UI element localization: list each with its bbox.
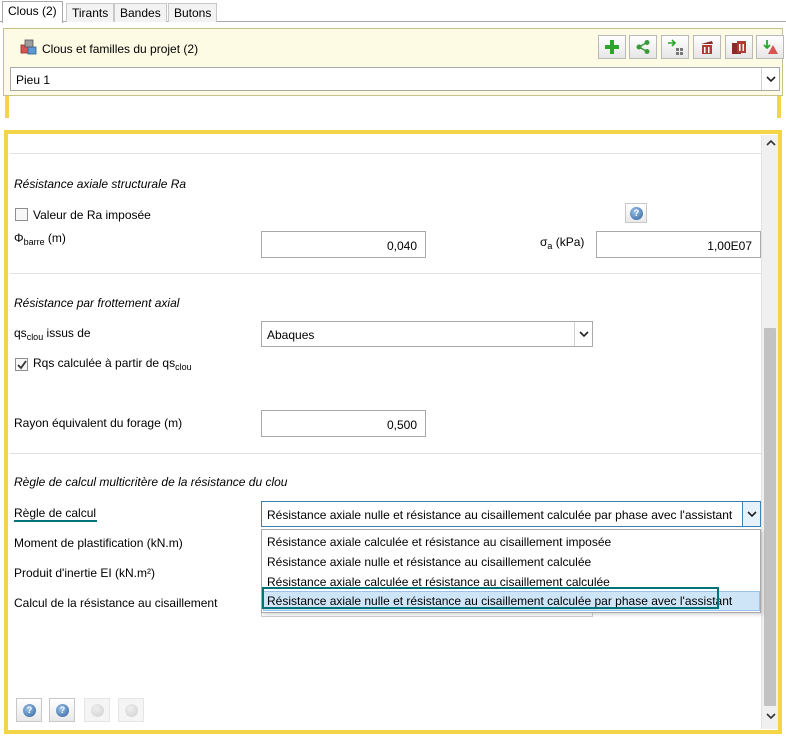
tab-butons[interactable]: Butons [168,3,218,22]
delete-family-icon [732,41,746,54]
chevron-down-icon [574,322,592,346]
rule-label-highlight [14,520,97,522]
help-button[interactable]: ? [625,203,647,223]
section-title: Règle de calcul multicritère de la résis… [14,475,288,489]
add-icon [605,40,619,54]
shear-label: Calcul de la résistance au cisaillement [14,596,218,610]
export-icon [763,40,778,54]
help-icon: ? [630,207,643,220]
qs-source-value: Abaques [267,328,315,342]
panel-accent-left [5,96,9,118]
disabled-button [84,698,110,722]
rule-select-value: Résistance axiale nulle et résistance au… [267,508,733,522]
rqs-label: Rqs calculée à partir de qsclou [33,356,192,372]
import-export-icon [668,39,683,55]
selected-option-highlight [262,587,719,609]
add-button[interactable] [598,35,626,59]
rule-label: Règle de calcul [14,506,97,520]
tab-label: Tirants [72,6,109,20]
project-title: Clous et familles du projet (2) [42,42,199,56]
tab-bandes[interactable]: Bandes [114,3,167,22]
disabled-button [118,698,144,722]
delete-family-button[interactable] [725,35,753,59]
info-icon: ? [56,704,69,717]
rule-select[interactable]: Résistance axiale nulle et résistance au… [261,501,761,527]
ra-imposed-checkbox[interactable] [15,208,28,221]
separator [10,453,762,454]
rule-option[interactable]: Résistance axiale calculée et résistance… [267,535,611,549]
checkmark-icon [17,360,27,370]
tab-bar: Clous (2) Tirants Bandes Butons [0,0,786,23]
phi-label: Φbarre (m) [14,231,66,247]
scroll-up-icon[interactable] [763,138,778,154]
phi-barre-value: 0,040 [386,239,417,253]
share-icon [636,40,650,54]
panel-accent-right [777,96,781,118]
help-button[interactable]: ? [16,698,42,722]
radius-label: Rayon équivalent du forage (m) [14,416,183,430]
chevron-down-icon [742,502,760,526]
radius-input[interactable]: 0,500 [261,410,426,437]
scroll-down-icon[interactable] [763,711,778,727]
inertia-label: Produit d'inertie EI (kN.m²) [14,566,155,580]
tab-label: Bandes [120,6,161,20]
separator [10,273,762,274]
tab-tirants[interactable]: Tirants [66,3,115,22]
project-panel: Clous et familles du projet (2) Pieu 1 [3,28,784,96]
phi-barre-input[interactable]: 0,040 [261,231,426,258]
info-button[interactable]: ? [49,698,75,722]
cubes-icon [20,39,38,58]
sigma-label: σa (kPa) [540,235,585,251]
share-button[interactable] [629,35,657,59]
help-icon [91,704,104,717]
separator [10,153,762,154]
qs-source-select[interactable]: Abaques [261,321,593,347]
qs-label: qsclou issus de [14,326,91,342]
project-select-value: Pieu 1 [16,73,51,87]
section-title: Résistance par frottement axial [14,296,180,310]
help-icon [125,704,138,717]
sigma-a-value: 1,00E07 [707,239,752,253]
help-icon: ? [23,704,36,717]
import-export-button[interactable] [661,35,689,59]
rule-option[interactable]: Résistance axiale nulle et résistance au… [267,555,591,569]
tab-label: Clous (2) [8,4,57,18]
tab-label: Butons [174,6,212,20]
sigma-a-input[interactable]: 1,00E07 [596,231,761,258]
project-select[interactable]: Pieu 1 [10,67,780,91]
section-title: Résistance axiale structurale Ra [14,177,187,191]
tab-clous[interactable]: Clous (2) [2,1,63,23]
radius-value: 0,500 [386,418,417,432]
moment-label: Moment de plastification (kN.m) [14,536,183,550]
delete-button[interactable] [693,35,721,59]
delete-icon [701,41,713,54]
rqs-checkbox[interactable] [15,358,28,371]
export-button[interactable] [756,35,784,59]
ra-imposed-label: Valeur de Ra imposée [33,208,151,222]
chevron-down-icon [761,68,779,90]
vertical-scrollbar[interactable] [761,135,778,729]
scrollbar-thumb[interactable] [764,328,776,706]
